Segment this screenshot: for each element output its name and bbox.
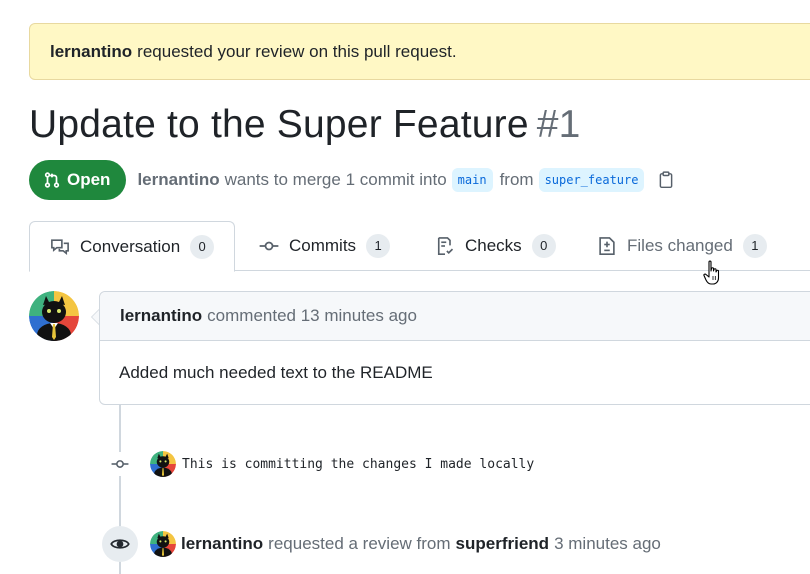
review-requester-link[interactable]: lernantino <box>181 534 263 554</box>
commit-author-avatar[interactable] <box>150 451 176 477</box>
banner-user-link[interactable]: lernantino <box>50 42 132 62</box>
tab-files-changed-label: Files changed <box>627 236 733 255</box>
reviewer-link[interactable]: superfriend <box>456 534 550 554</box>
tab-files-changed[interactable]: Files changed 1 <box>597 221 767 271</box>
git-commit-icon <box>259 241 279 251</box>
pr-author-link[interactable]: lernantino <box>137 170 219 190</box>
page-title: Update to the Super Feature #1 <box>29 103 581 147</box>
head-branch-label[interactable]: super_feature <box>538 168 645 192</box>
banner-text: requested your review on this pull reque… <box>137 41 457 61</box>
review-request-time[interactable]: 3 minutes ago <box>554 534 661 554</box>
comment-header: lernantino commented 13 minutes ago <box>100 292 810 341</box>
checklist-icon <box>437 237 454 255</box>
base-branch-label[interactable]: main <box>451 168 493 192</box>
comment-discussion-icon <box>51 238 69 255</box>
tab-files-changed-count: 1 <box>742 234 767 258</box>
copy-icon[interactable] <box>657 171 675 189</box>
commit-message-link[interactable]: This is committing the changes I made lo… <box>182 457 534 472</box>
pr-tabs: Conversation 0 Commits 1 Checks 0 Files … <box>29 221 810 272</box>
eye-icon <box>102 526 138 562</box>
pr-title: Update to the Super Feature <box>29 103 529 146</box>
timeline-review-request-item: lernantino requested a review from super… <box>102 526 666 562</box>
git-pull-request-icon <box>44 172 60 188</box>
review-request-text: requested a review from <box>268 534 451 553</box>
merge-text: wants to merge 1 commit into <box>224 170 447 189</box>
review-requester-avatar[interactable] <box>150 531 176 557</box>
comment-body: Added much needed text to the README <box>119 363 433 382</box>
timeline-commit-item: This is committing the changes I made lo… <box>108 450 534 478</box>
tab-checks-count: 0 <box>531 234 556 258</box>
tab-conversation-count: 0 <box>190 234 215 259</box>
tab-commits[interactable]: Commits 1 <box>259 221 391 271</box>
comment-timestamp[interactable]: commented 13 minutes ago <box>207 306 417 326</box>
merge-description: lernantino wants to merge 1 commit into … <box>137 168 675 192</box>
tab-commits-label: Commits <box>289 236 357 255</box>
pr-number: #1 <box>536 103 581 146</box>
pr-state-row: Open lernantino wants to merge 1 commit … <box>29 160 675 200</box>
review-request-banner: lernantino requested your review on this… <box>29 23 810 80</box>
comment-author-avatar[interactable] <box>29 291 79 341</box>
tab-checks[interactable]: Checks 0 <box>435 221 556 271</box>
tab-conversation-label: Conversation <box>80 236 181 256</box>
comment-author-link[interactable]: lernantino <box>120 306 202 326</box>
hand-pointer-icon <box>703 260 720 285</box>
tab-commits-count: 1 <box>366 234 391 258</box>
open-status-label: Open <box>67 170 111 189</box>
open-status-badge: Open <box>29 160 127 200</box>
tab-conversation[interactable]: Conversation 0 <box>29 221 236 272</box>
tab-checks-label: Checks <box>465 236 522 255</box>
from-text: from <box>499 170 534 189</box>
comment-card: lernantino commented 13 minutes ago Adde… <box>99 291 810 405</box>
file-diff-icon <box>599 237 615 255</box>
git-commit-icon <box>108 452 132 476</box>
